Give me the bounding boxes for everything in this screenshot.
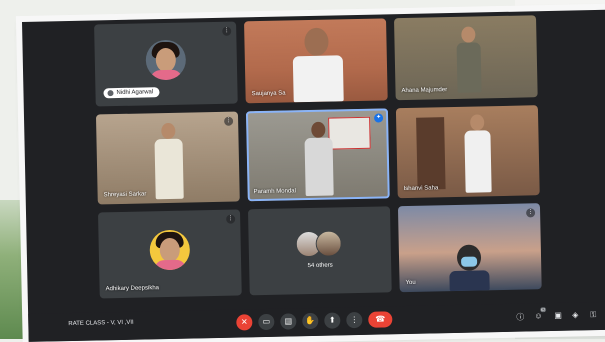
participant-video [302, 121, 336, 197]
tile-others[interactable]: 54 others [247, 206, 392, 296]
chat-icon[interactable]: ▣ [554, 311, 562, 320]
activities-icon[interactable]: ◈ [572, 310, 578, 319]
participant-video [454, 26, 483, 93]
participant-name: Adhikary Deepsikha [105, 285, 160, 293]
more-icon[interactable]: ⋮ [346, 311, 363, 329]
tile-ahana[interactable]: Ahana Majumder [394, 15, 538, 101]
present-icon[interactable]: ⬆ [324, 312, 341, 329]
avatar [315, 230, 342, 258]
people-icon[interactable]: ☺ 62 [534, 307, 547, 320]
participant-video [152, 122, 186, 200]
mic-off-icon: ⋮ [226, 214, 236, 224]
participant-name: Ishanvi Saha [403, 185, 439, 193]
camera-icon[interactable]: ▭ [258, 313, 275, 331]
participant-name: Paramh Mondal [253, 188, 297, 196]
participant-video [292, 27, 344, 103]
mic-off-icon[interactable]: ✕ [236, 314, 253, 331]
tile-ishanvi[interactable]: Ishanvi Saha [395, 105, 540, 199]
tile-paramh[interactable]: Paramh Mondal ✦ [245, 108, 390, 202]
participant-video [449, 244, 490, 292]
participant-name: Nidhi Agarwal [116, 89, 154, 97]
meet-window: Nidhi Agarwal ⋮ Saujanya Sa Ahana Majumd… [22, 9, 605, 342]
tile-shreyasi[interactable]: Shreyasi Sarkar ⋮ [95, 111, 240, 205]
end-call-icon[interactable]: ☎ [368, 311, 393, 328]
mask [461, 256, 478, 267]
tile-adhikary[interactable]: Adhikary Deepsikha ⋮ [98, 209, 242, 299]
captions-icon[interactable]: ▤ [280, 313, 297, 330]
participant-name: Ahana Majumder [401, 87, 448, 95]
others-count: 54 others [307, 262, 333, 270]
participant-video [462, 114, 494, 193]
avatar [145, 39, 187, 81]
speaking-icon: ✦ [373, 113, 384, 123]
participant-name: You [405, 279, 416, 287]
info-icon[interactable]: ⓘ [516, 312, 524, 323]
meeting-name: RATE CLASS - V, VI ,VII [68, 319, 134, 328]
door [416, 117, 446, 190]
person-icon [107, 90, 114, 97]
participant-name: Shreyasi Sarkar [103, 191, 147, 199]
avatar [149, 229, 191, 271]
others-avatars [295, 230, 344, 258]
participants-count: 62 [539, 307, 547, 313]
name-chip: Nidhi Agarwal [103, 87, 160, 99]
mic-off-icon: ⋮ [224, 116, 234, 126]
mic-off-icon: ⋮ [526, 208, 536, 218]
raise-hand-icon[interactable]: ✋ [302, 312, 319, 330]
tile-you[interactable]: You ⋮ [397, 203, 542, 293]
lock-icon[interactable]: ⚿ [590, 310, 596, 320]
mic-off-icon: ⋮ [222, 26, 232, 36]
tile-nidhi[interactable]: Nidhi Agarwal ⋮ [94, 21, 238, 107]
tile-saujanya[interactable]: Saujanya Sa [244, 18, 388, 104]
participant-name: Saujanya Sa [251, 90, 286, 98]
